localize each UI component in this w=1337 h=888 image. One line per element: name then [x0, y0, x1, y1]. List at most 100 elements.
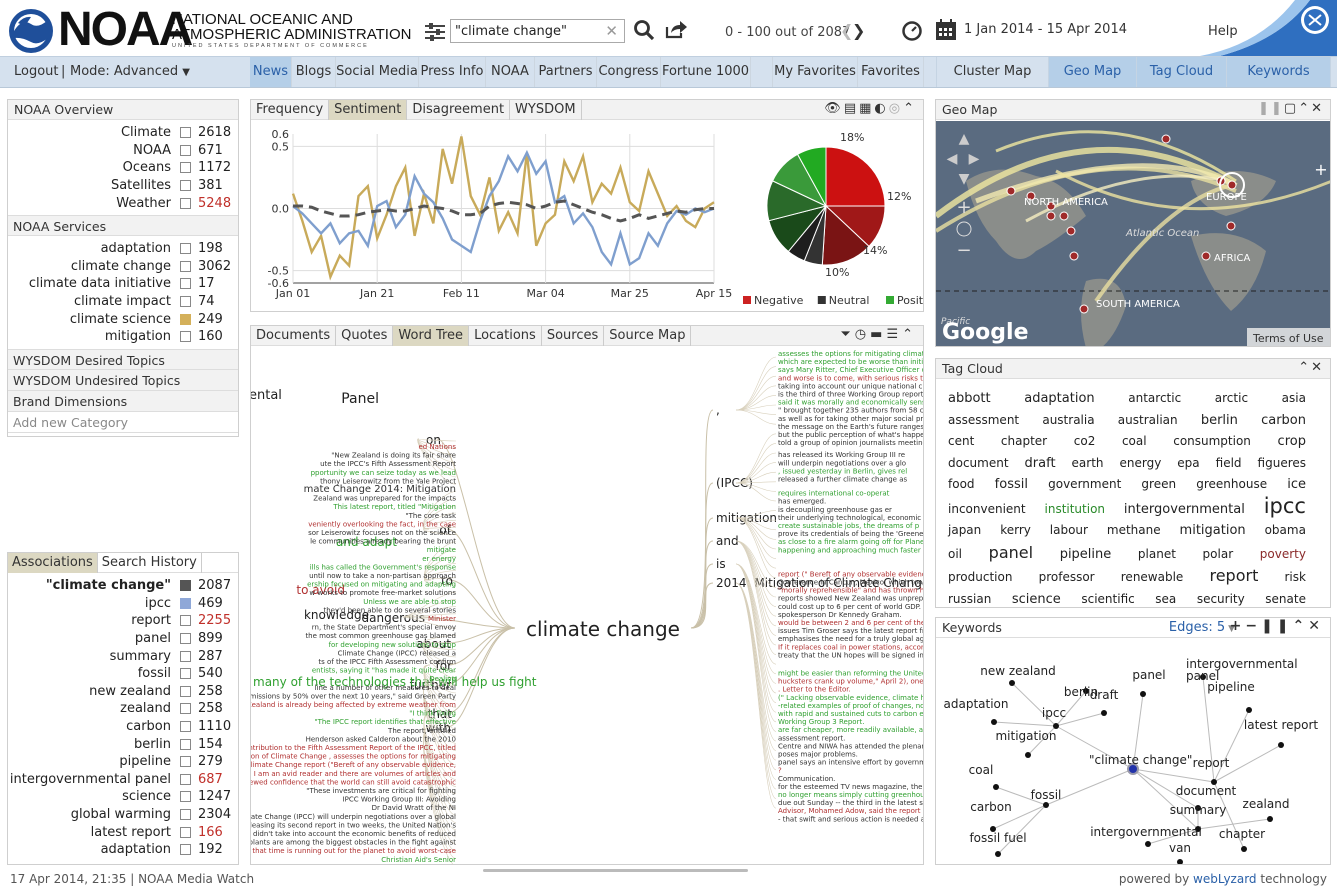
- association-row[interactable]: panel 899: [8, 630, 238, 648]
- expand-icon[interactable]: ▢: [1284, 101, 1298, 116]
- tab-locations[interactable]: Locations: [469, 326, 542, 346]
- close-icon[interactable]: ✕: [1311, 101, 1324, 116]
- overview-row[interactable]: Weather 5248: [8, 194, 238, 212]
- palette-icon[interactable]: ◐: [874, 101, 888, 116]
- weblyzard-link[interactable]: webLyzard: [1193, 872, 1257, 886]
- tag-sea[interactable]: sea: [1155, 589, 1176, 608]
- tag-risk[interactable]: risk: [1285, 567, 1306, 589]
- tab-disagreement[interactable]: Disagreement: [407, 100, 511, 120]
- services-title[interactable]: NOAA Services: [8, 214, 238, 236]
- minus-icon[interactable]: −: [1245, 618, 1261, 634]
- calendar-icon[interactable]: [935, 19, 957, 41]
- tag-draft[interactable]: draft: [1025, 453, 1056, 475]
- minimize-icon[interactable]: ▬: [870, 327, 886, 342]
- association-row[interactable]: latest report 166: [8, 823, 238, 841]
- tag-crop[interactable]: crop: [1278, 431, 1306, 453]
- service-row[interactable]: climate science 249: [8, 310, 238, 328]
- association-checkbox[interactable]: [180, 615, 191, 627]
- association-row[interactable]: ipcc 469: [8, 595, 238, 613]
- tag-production[interactable]: production: [948, 567, 1012, 589]
- tag-renewable[interactable]: renewable: [1121, 567, 1184, 589]
- service-checkbox[interactable]: [180, 278, 191, 290]
- pause-icon[interactable]: ❚❚: [1258, 101, 1284, 116]
- association-row[interactable]: zealand 258: [8, 700, 238, 718]
- tag-mitigation[interactable]: mitigation: [1180, 520, 1246, 542]
- share-icon[interactable]: [664, 18, 688, 40]
- tag-document[interactable]: document: [948, 453, 1009, 475]
- date-range[interactable]: 1 Jan 2014 - 15 Apr 2014: [964, 22, 1127, 37]
- tag-pipeline[interactable]: pipeline: [1060, 544, 1112, 566]
- tag-co2[interactable]: co2: [1074, 431, 1096, 453]
- tag-science[interactable]: science: [1012, 589, 1061, 608]
- collapse-icon[interactable]: ⌃: [903, 101, 917, 116]
- tag-carbon[interactable]: carbon: [1261, 410, 1306, 432]
- association-checkbox[interactable]: [180, 773, 191, 785]
- category-wysdom-undesired[interactable]: WYSDOM Undesired Topics: [8, 369, 238, 391]
- association-checkbox[interactable]: [180, 580, 191, 592]
- tab-favorites[interactable]: Favorites: [858, 57, 924, 87]
- tag-coal[interactable]: coal: [1122, 431, 1147, 453]
- tab-press-info[interactable]: Press Info: [419, 57, 486, 87]
- tab-social-media[interactable]: Social Media: [336, 57, 419, 87]
- association-row[interactable]: global warming 2304: [8, 806, 238, 824]
- association-checkbox[interactable]: [180, 721, 191, 733]
- association-row[interactable]: intergovernmental panel 687: [8, 771, 238, 789]
- tag-earth[interactable]: earth: [1072, 453, 1104, 475]
- association-checkbox[interactable]: [180, 650, 191, 662]
- service-row[interactable]: climate change 3062: [8, 258, 238, 276]
- reset-icon[interactable]: ◎: [889, 101, 903, 116]
- tab-word-tree[interactable]: Word Tree: [393, 326, 470, 346]
- tag-report[interactable]: report: [1209, 565, 1258, 587]
- tag-ice[interactable]: ice: [1287, 474, 1306, 496]
- eye-icon[interactable]: 👁: [824, 101, 844, 116]
- list-icon[interactable]: ☰: [886, 327, 902, 342]
- category-wysdom-desired[interactable]: WYSDOM Desired Topics: [8, 348, 238, 370]
- tag-labour[interactable]: labour: [1050, 520, 1088, 542]
- tab-my-favorites[interactable]: My Favorites: [772, 57, 858, 87]
- tab-fortune-1000[interactable]: Fortune 1000: [661, 57, 751, 87]
- tab-sentiment[interactable]: Sentiment: [329, 100, 408, 120]
- association-row[interactable]: new zealand 258: [8, 683, 238, 701]
- tag-poverty[interactable]: poverty: [1260, 544, 1306, 566]
- tag-antarctic[interactable]: antarctic: [1128, 388, 1181, 410]
- service-row[interactable]: climate data initiative 17: [8, 275, 238, 293]
- tag-institution[interactable]: institution: [1045, 499, 1106, 521]
- tag-russian[interactable]: russian: [948, 589, 991, 608]
- tag-japan[interactable]: japan: [948, 520, 981, 542]
- overview-title[interactable]: NOAA Overview: [8, 100, 238, 120]
- filter-sliders-icon[interactable]: [424, 22, 446, 42]
- tag-australia[interactable]: australia: [1042, 410, 1094, 432]
- association-row[interactable]: "climate change" 2087: [8, 577, 238, 595]
- tag-energy[interactable]: energy: [1120, 453, 1162, 475]
- tag-food[interactable]: food: [948, 474, 975, 496]
- tab-frequency[interactable]: Frequency: [251, 100, 330, 120]
- service-checkbox[interactable]: [180, 243, 191, 255]
- service-row[interactable]: climate impact 74: [8, 293, 238, 311]
- tag-intergovernmental[interactable]: intergovernmental: [1124, 499, 1245, 521]
- edges-dropdown[interactable]: Edges: 5 ▼: [1169, 620, 1235, 635]
- tag-assessment[interactable]: assessment: [948, 410, 1019, 432]
- collapse-icon[interactable]: ⌃: [902, 327, 917, 342]
- overview-checkbox[interactable]: [180, 162, 191, 174]
- collapse-icon[interactable]: ⌃: [1293, 618, 1309, 634]
- association-checkbox[interactable]: [180, 597, 191, 609]
- clock-icon[interactable]: ◷: [855, 327, 870, 342]
- tab-wysdom[interactable]: WYSDOM: [510, 100, 582, 120]
- service-checkbox[interactable]: [180, 313, 191, 325]
- association-checkbox[interactable]: [180, 668, 191, 680]
- association-row[interactable]: pipeline 279: [8, 753, 238, 771]
- tag-government[interactable]: government: [1048, 474, 1121, 496]
- next-page-icon[interactable]: ❯: [852, 21, 865, 40]
- tag-inconvenient[interactable]: inconvenient: [948, 499, 1026, 521]
- table-icon[interactable]: ▤: [844, 101, 859, 116]
- tag-consumption[interactable]: consumption: [1173, 431, 1251, 453]
- tag-kerry[interactable]: kerry: [1000, 520, 1031, 542]
- tag-abbott[interactable]: abbott: [948, 388, 991, 410]
- association-checkbox[interactable]: [180, 685, 191, 697]
- tab-keywords[interactable]: Keywords: [1227, 57, 1331, 87]
- service-row[interactable]: adaptation 198: [8, 240, 238, 258]
- tag-field[interactable]: field: [1216, 453, 1242, 475]
- association-row[interactable]: carbon 1110: [8, 718, 238, 736]
- filter-icon[interactable]: ⏷: [840, 327, 854, 342]
- association-checkbox[interactable]: [180, 844, 191, 856]
